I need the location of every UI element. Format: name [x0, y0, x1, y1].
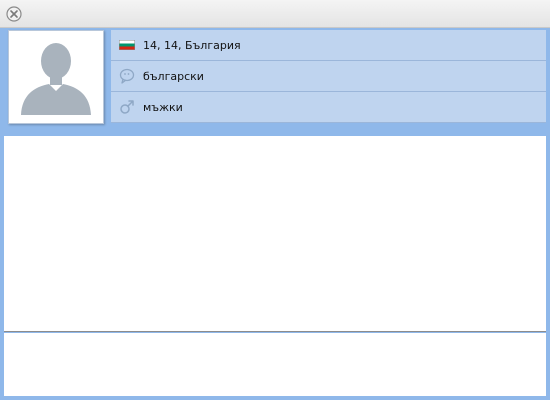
close-icon[interactable]	[5, 5, 23, 23]
male-symbol-icon	[120, 100, 134, 114]
avatar	[8, 30, 104, 124]
language-row: български	[111, 61, 546, 92]
location-row: 14, 14, България	[111, 30, 546, 61]
message-input[interactable]	[4, 333, 546, 396]
default-user-avatar-icon	[9, 31, 103, 123]
gender-row: мъжки	[111, 92, 546, 123]
title-bar	[0, 0, 550, 28]
gender-text: мъжки	[143, 100, 183, 114]
profile-header: 14, 14, България български мъжки	[4, 28, 546, 132]
chat-window: 14, 14, България български мъжки	[0, 0, 550, 400]
bulgaria-flag-icon	[119, 40, 135, 50]
message-area[interactable]	[4, 136, 546, 332]
language-text: български	[143, 69, 204, 83]
location-text: 14, 14, България	[143, 38, 241, 52]
profile-info: 14, 14, България български мъжки	[111, 30, 546, 124]
speech-bubble-icon	[119, 68, 135, 84]
